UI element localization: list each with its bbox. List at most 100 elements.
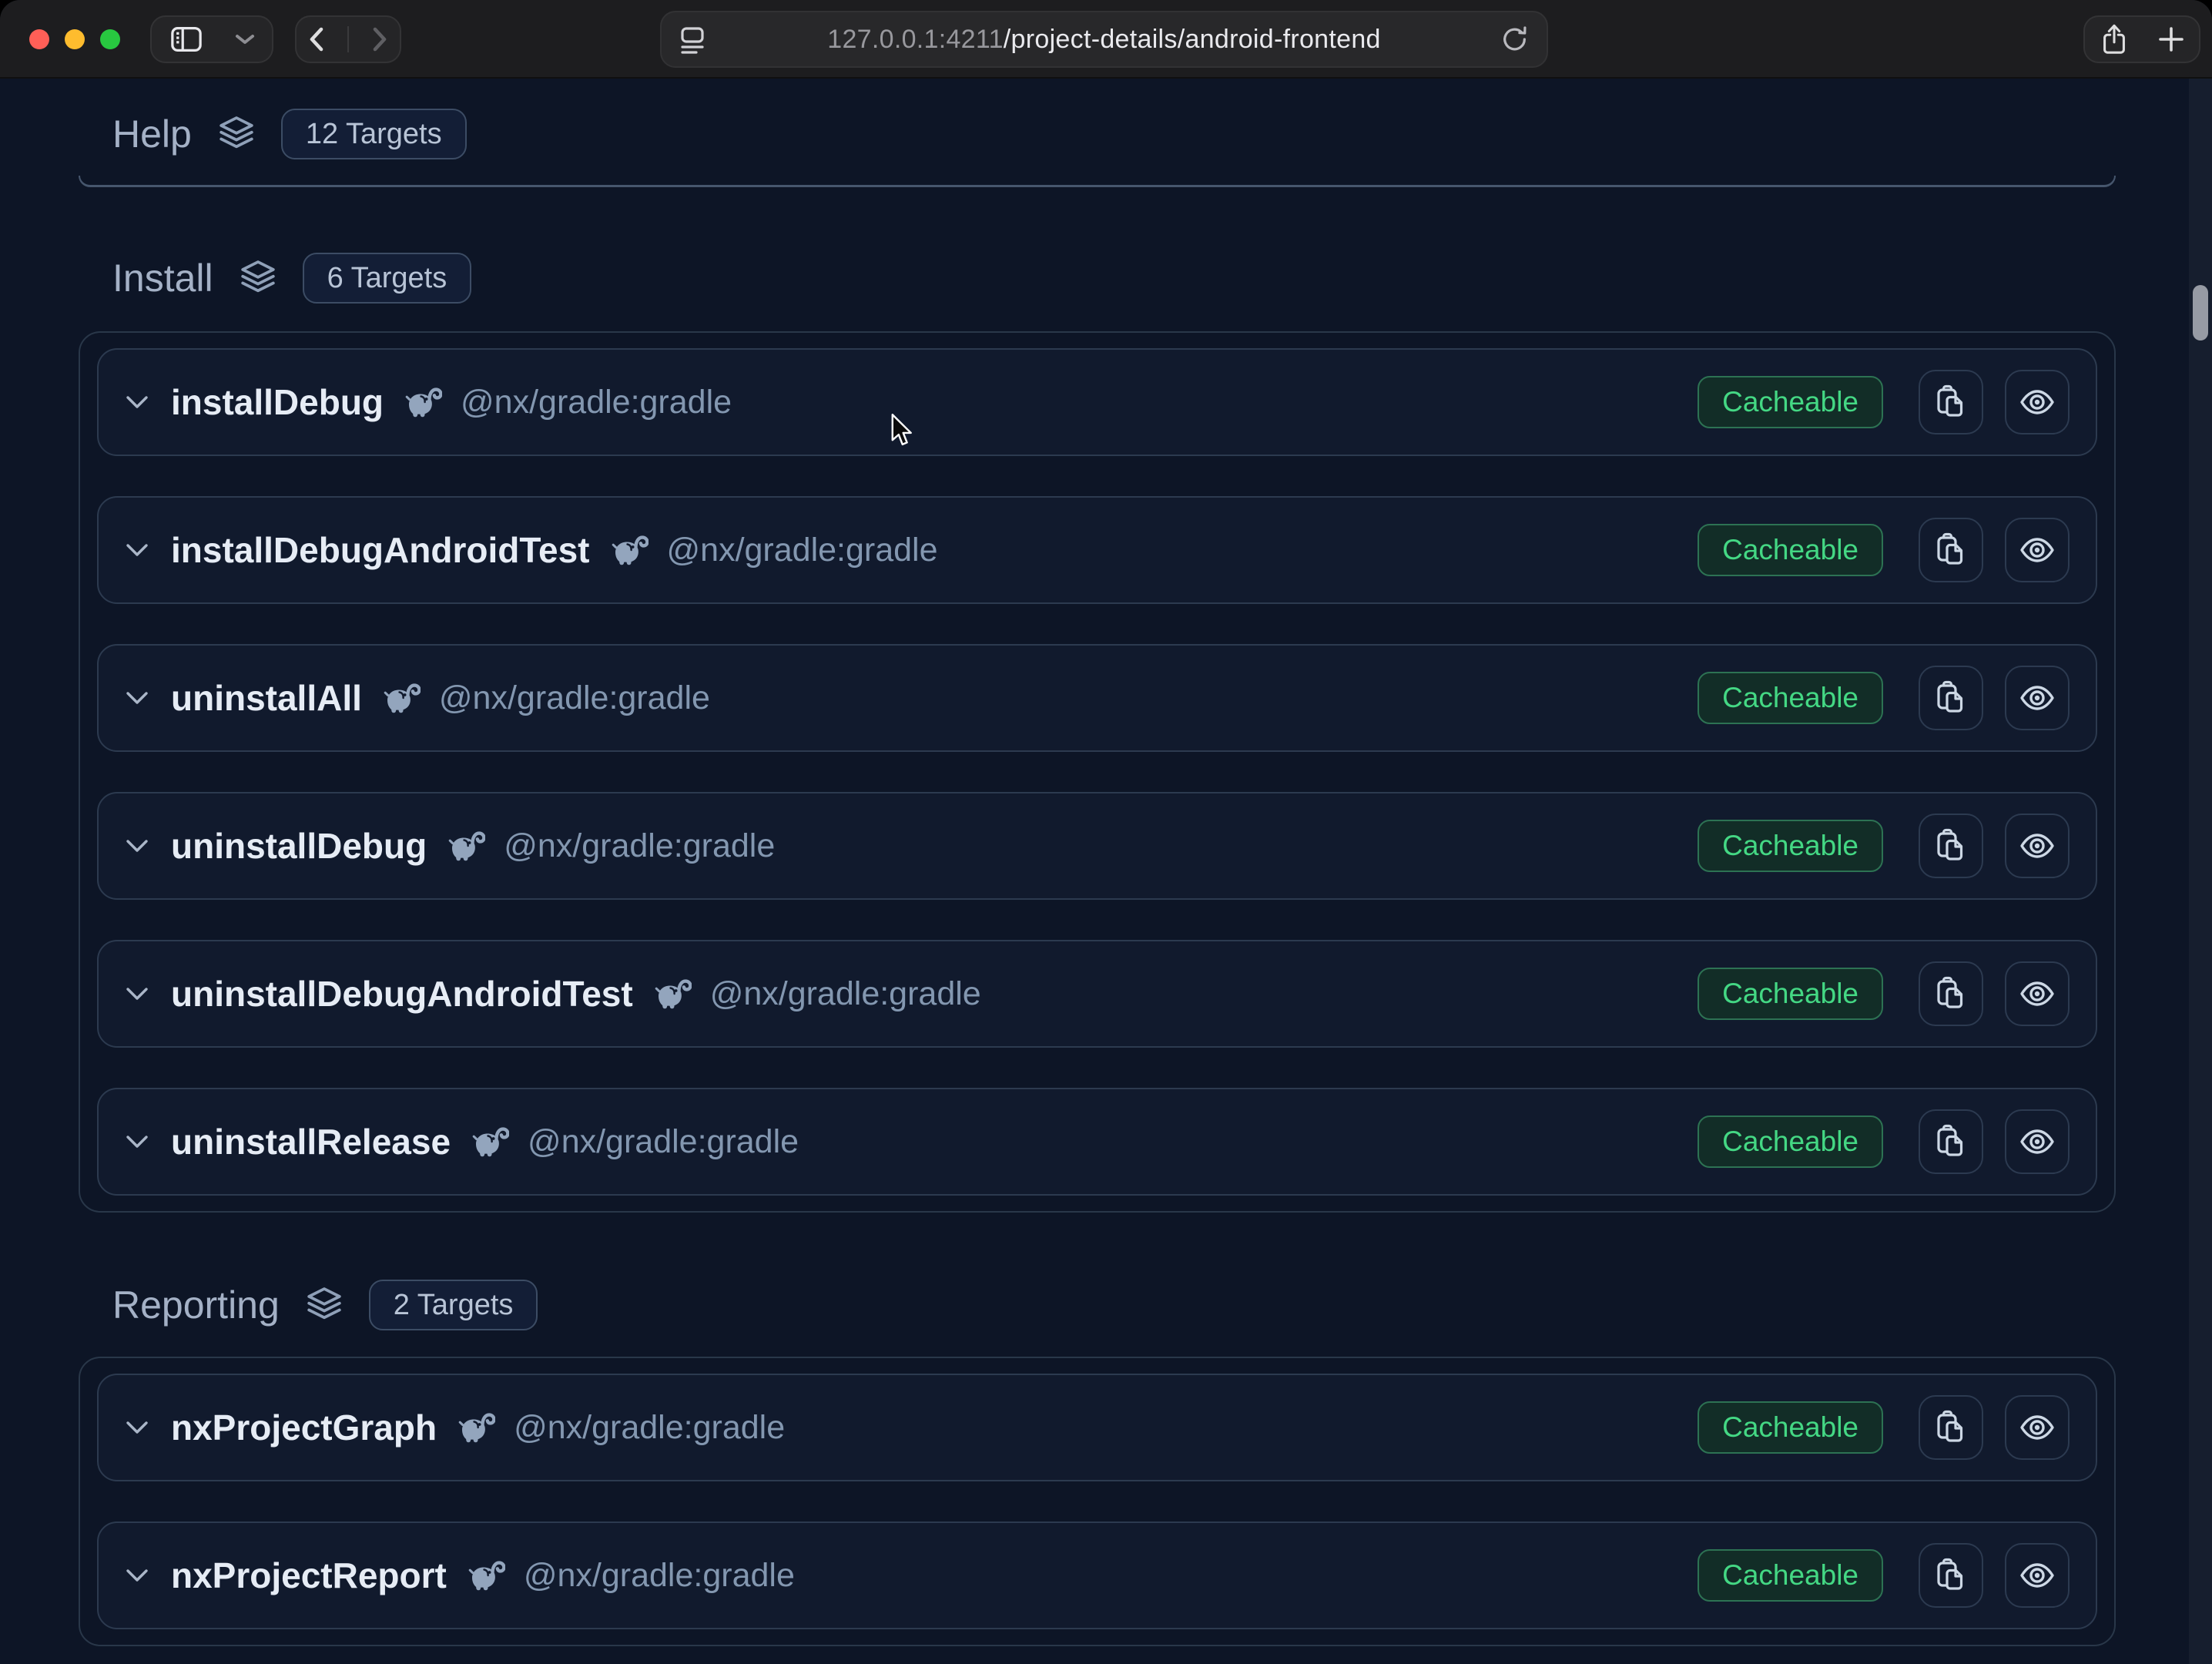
- chevron-down-icon[interactable]: [125, 690, 149, 706]
- target-row[interactable]: uninstallDebugAndroidTest @nx/gradle:gra…: [97, 940, 2097, 1048]
- scrollbar-track[interactable]: [2189, 79, 2212, 1664]
- gradle-icon: [468, 1559, 505, 1592]
- scrollbar-thumb[interactable]: [2193, 285, 2208, 341]
- browser-window: 127.0.0.1:4211/project-details/android-f…: [0, 0, 2212, 1664]
- cacheable-badge: Cacheable: [1698, 672, 1883, 724]
- minimize-window-button[interactable]: [65, 29, 85, 49]
- view-target-button[interactable]: [2005, 518, 2070, 582]
- url-path: /project-details/android-frontend: [1004, 25, 1381, 54]
- toolbar-actions: [2083, 15, 2200, 63]
- gradle-icon: [448, 830, 485, 862]
- share-icon[interactable]: [2098, 22, 2130, 57]
- cacheable-badge: Cacheable: [1698, 968, 1883, 1020]
- sidebar-icon[interactable]: [169, 23, 204, 55]
- forward-icon[interactable]: [370, 25, 390, 53]
- section-heading-install: Install 6 Targets: [112, 257, 2116, 300]
- view-target-button[interactable]: [2005, 1395, 2070, 1460]
- clipboard-copy-icon: [1932, 1409, 1969, 1446]
- target-row[interactable]: nxProjectGraph @nx/gradle:gradle Cacheab…: [97, 1374, 2097, 1481]
- sidebar-toggle-group[interactable]: [150, 15, 273, 63]
- clipboard-copy-icon: [1932, 532, 1969, 569]
- copy-target-button[interactable]: [1919, 518, 1983, 582]
- copy-target-button[interactable]: [1919, 666, 1983, 730]
- chevron-down-icon[interactable]: [125, 838, 149, 854]
- target-row[interactable]: installDebug @nx/gradle:gradle Cacheable: [97, 348, 2097, 456]
- target-name: uninstallAll: [171, 677, 362, 719]
- copy-target-button[interactable]: [1919, 814, 1983, 878]
- section-title: Install: [112, 256, 213, 300]
- back-icon[interactable]: [307, 25, 327, 53]
- target-name: uninstallRelease: [171, 1121, 451, 1162]
- chevron-down-icon[interactable]: [125, 1420, 149, 1435]
- cacheable-badge: Cacheable: [1698, 1401, 1883, 1454]
- target-row[interactable]: uninstallDebug @nx/gradle:gradle Cacheab…: [97, 792, 2097, 900]
- cacheable-badge: Cacheable: [1698, 376, 1883, 428]
- gradle-icon: [458, 1411, 495, 1444]
- copy-target-button[interactable]: [1919, 370, 1983, 434]
- view-target-button[interactable]: [2005, 666, 2070, 730]
- install-targets-card: installDebug @nx/gradle:gradle Cacheable: [79, 331, 2116, 1213]
- chevron-down-icon[interactable]: [125, 1134, 149, 1149]
- clipboard-copy-icon: [1932, 975, 1969, 1012]
- chevron-down-icon[interactable]: [235, 33, 255, 45]
- target-executor: @nx/gradle:gradle: [504, 827, 775, 865]
- cacheable-badge: Cacheable: [1698, 1549, 1883, 1602]
- section-heading-reporting: Reporting 2 Targets: [112, 1283, 2116, 1327]
- reload-icon[interactable]: [1500, 24, 1530, 55]
- cacheable-badge: Cacheable: [1698, 1115, 1883, 1168]
- close-window-button[interactable]: [29, 29, 49, 49]
- reporting-targets-card: nxProjectGraph @nx/gradle:gradle Cacheab…: [79, 1357, 2116, 1646]
- new-tab-icon[interactable]: [2156, 24, 2187, 55]
- targets-count-badge: 6 Targets: [303, 253, 472, 304]
- eye-icon: [2018, 679, 2056, 716]
- chevron-down-icon[interactable]: [125, 394, 149, 410]
- chevron-down-icon[interactable]: [125, 542, 149, 558]
- section-title: Help: [112, 112, 192, 156]
- chevron-down-icon[interactable]: [125, 1568, 149, 1583]
- copy-target-button[interactable]: [1919, 1395, 1983, 1460]
- copy-target-button[interactable]: [1919, 1109, 1983, 1174]
- gradle-icon: [612, 534, 649, 566]
- view-target-button[interactable]: [2005, 1109, 2070, 1174]
- target-row[interactable]: nxProjectReport @nx/gradle:gradle Cachea…: [97, 1521, 2097, 1629]
- target-row[interactable]: uninstallAll @nx/gradle:gradle Cacheable: [97, 644, 2097, 752]
- view-target-button[interactable]: [2005, 961, 2070, 1026]
- eye-icon: [2018, 1409, 2056, 1446]
- clipboard-copy-icon: [1932, 1557, 1969, 1594]
- zoom-window-button[interactable]: [100, 29, 120, 49]
- gradle-icon: [655, 978, 692, 1010]
- target-executor: @nx/gradle:gradle: [514, 1409, 785, 1447]
- eye-icon: [2018, 1557, 2056, 1594]
- section-heading-help: Help 12 Targets: [112, 112, 2116, 156]
- layers-icon: [236, 257, 280, 300]
- nav-divider: [347, 26, 349, 52]
- clipboard-copy-icon: [1932, 679, 1969, 716]
- eye-icon: [2018, 384, 2056, 421]
- section-title: Reporting: [112, 1283, 280, 1327]
- view-target-button[interactable]: [2005, 1543, 2070, 1608]
- target-name: nxProjectGraph: [171, 1407, 437, 1448]
- target-executor: @nx/gradle:gradle: [667, 532, 938, 569]
- layers-icon: [215, 112, 258, 156]
- target-name: installDebug: [171, 381, 384, 423]
- view-target-button[interactable]: [2005, 814, 2070, 878]
- copy-target-button[interactable]: [1919, 961, 1983, 1026]
- copy-target-button[interactable]: [1919, 1543, 1983, 1608]
- target-row[interactable]: installDebugAndroidTest @nx/gradle:gradl…: [97, 496, 2097, 604]
- target-row[interactable]: uninstallRelease @nx/gradle:gradle Cache…: [97, 1088, 2097, 1196]
- chevron-down-icon[interactable]: [125, 986, 149, 1001]
- target-executor: @nx/gradle:gradle: [439, 679, 710, 717]
- url-text: 127.0.0.1:4211/project-details/android-f…: [827, 25, 1381, 55]
- target-name: uninstallDebug: [171, 825, 427, 867]
- target-executor: @nx/gradle:gradle: [528, 1123, 799, 1161]
- page-settings-icon[interactable]: [679, 23, 706, 55]
- project-details-page: Help 12 Targets Install 6 Targets instal…: [0, 79, 2212, 1664]
- cacheable-badge: Cacheable: [1698, 820, 1883, 872]
- target-name: nxProjectReport: [171, 1555, 447, 1596]
- gradle-icon: [384, 682, 421, 714]
- clipboard-copy-icon: [1932, 827, 1969, 864]
- view-target-button[interactable]: [2005, 370, 2070, 434]
- gradle-icon: [472, 1126, 509, 1158]
- address-bar[interactable]: 127.0.0.1:4211/project-details/android-f…: [660, 11, 1548, 68]
- target-executor: @nx/gradle:gradle: [524, 1557, 795, 1595]
